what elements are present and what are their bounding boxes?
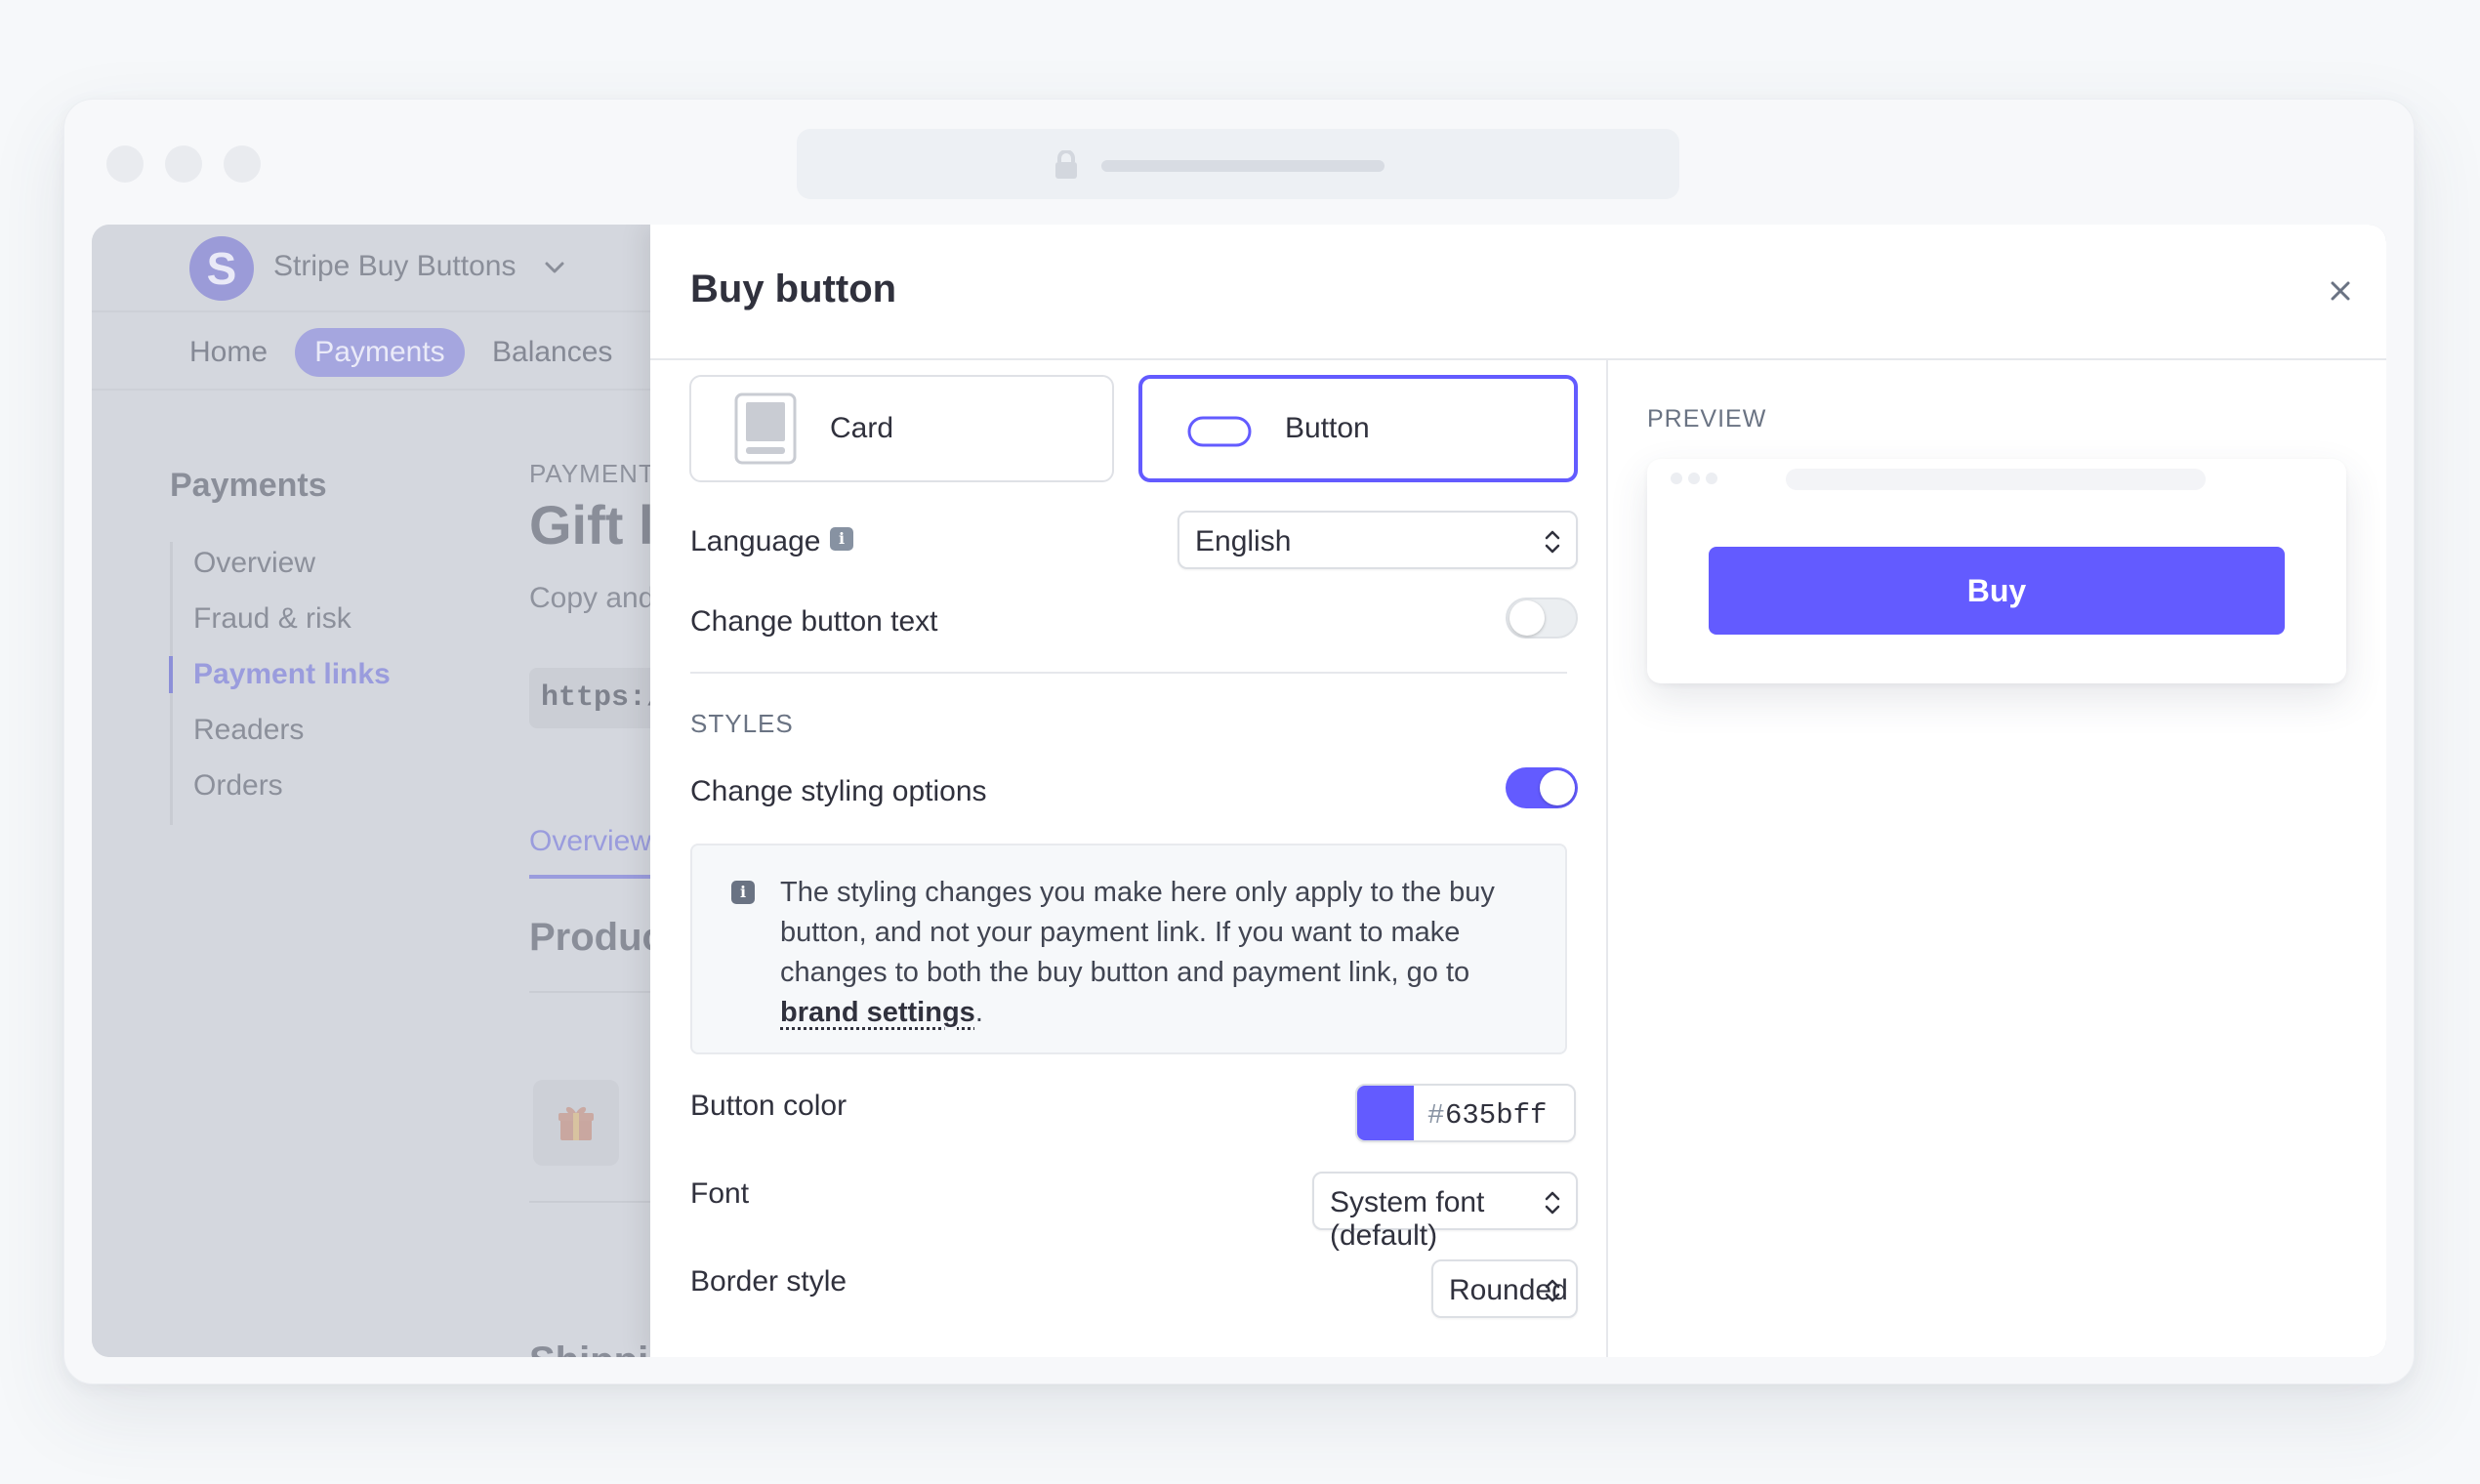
buy-button-panel: Buy button Card Button Language i Englis xyxy=(650,225,2386,1357)
url-placeholder xyxy=(1101,160,1385,172)
font-label: Font xyxy=(690,1177,750,1210)
info-icon[interactable]: i xyxy=(830,527,853,551)
preview-dot xyxy=(1671,473,1682,484)
buy-button-preview[interactable]: Buy xyxy=(1709,547,2285,635)
select-arrows-icon xyxy=(1545,1191,1560,1215)
preview-title: PREVIEW xyxy=(1647,405,1767,433)
styles-section-title: STYLES xyxy=(690,709,794,738)
column-divider xyxy=(1606,360,1608,1357)
button-layout-icon xyxy=(1187,416,1252,447)
change-button-text-label: Change button text xyxy=(690,605,938,638)
select-arrows-icon xyxy=(1545,530,1560,554)
button-color-label: Button color xyxy=(690,1090,847,1122)
account-logo[interactable]: S xyxy=(189,236,254,301)
hex-value: 635bff xyxy=(1445,1099,1548,1132)
card-layout-icon xyxy=(734,392,797,465)
border-style-select[interactable]: Rounded xyxy=(1431,1259,1578,1318)
styling-notice: i The styling changes you make here only… xyxy=(690,844,1567,1054)
border-style-label: Border style xyxy=(690,1265,847,1298)
notice-period: . xyxy=(974,997,983,1028)
toggle-knob xyxy=(1509,600,1545,636)
panel-header: Buy button xyxy=(650,225,2386,360)
language-value: English xyxy=(1195,525,1292,557)
preview-url-bar xyxy=(1786,469,2206,490)
sidebar-item-overview[interactable]: Overview xyxy=(193,547,315,580)
window-minimize-dot[interactable] xyxy=(165,145,202,183)
sidebar-item-fraud-risk[interactable]: Fraud & risk xyxy=(193,602,351,636)
language-select[interactable]: English xyxy=(1178,511,1578,569)
page-title: Gift l xyxy=(529,494,654,556)
account-name[interactable]: Stripe Buy Buttons xyxy=(273,250,516,283)
nav-payments[interactable]: Payments xyxy=(295,328,465,377)
toggle-knob xyxy=(1540,770,1575,805)
change-styling-toggle[interactable] xyxy=(1506,767,1578,808)
preview-dot xyxy=(1706,473,1717,484)
lock-icon xyxy=(1055,150,1077,179)
sidebar-item-orders[interactable]: Orders xyxy=(193,769,283,803)
close-icon[interactable] xyxy=(2324,274,2357,308)
shipping-heading: Shippi xyxy=(529,1340,648,1357)
sidebar-item-readers[interactable]: Readers xyxy=(193,714,304,747)
products-heading: Produc xyxy=(529,916,664,959)
window-close-dot[interactable] xyxy=(106,145,144,183)
section-divider xyxy=(690,672,1567,674)
dashboard-app: S Stripe Buy Buttons Home Payments Balan… xyxy=(92,225,2386,1357)
breadcrumb: PAYMENT xyxy=(529,459,655,488)
select-arrows-icon xyxy=(1545,1279,1560,1302)
sidebar-active-indicator xyxy=(169,656,173,693)
preview-dot xyxy=(1688,473,1700,484)
type-option-card-label: Card xyxy=(830,412,894,444)
type-option-card[interactable]: Card xyxy=(689,375,1114,482)
sidebar-item-payment-links[interactable]: Payment links xyxy=(193,658,391,691)
type-option-button-label: Button xyxy=(1285,412,1370,444)
notice-body: The styling changes you make here only a… xyxy=(780,877,1495,988)
nav-balances[interactable]: Balances xyxy=(492,336,612,369)
color-swatch[interactable] xyxy=(1357,1086,1414,1140)
brand-settings-link[interactable]: brand settings xyxy=(780,997,975,1028)
language-label: Language xyxy=(690,525,821,557)
gift-icon xyxy=(533,1080,619,1166)
preview-frame: Buy xyxy=(1647,459,2346,683)
tab-active-underline xyxy=(529,875,666,879)
info-icon: i xyxy=(731,881,755,904)
page-subtitle: Copy and xyxy=(529,582,655,614)
nav-home[interactable]: Home xyxy=(189,336,268,369)
font-select[interactable]: System font (default) xyxy=(1312,1172,1578,1252)
change-styling-label: Change styling options xyxy=(690,775,987,807)
notice-text: The styling changes you make here only a… xyxy=(780,873,1542,1033)
address-bar[interactable] xyxy=(797,129,1679,199)
hex-hash: # xyxy=(1427,1099,1445,1132)
type-option-button[interactable]: Button xyxy=(1138,375,1578,482)
panel-title: Buy button xyxy=(690,268,897,310)
sidebar-title: Payments xyxy=(170,467,327,504)
tab-overview[interactable]: Overview xyxy=(529,825,651,858)
chevron-down-icon[interactable] xyxy=(541,254,568,281)
change-button-text-toggle[interactable] xyxy=(1506,598,1578,639)
button-color-input[interactable]: # 635bff xyxy=(1355,1084,1576,1142)
window-maximize-dot[interactable] xyxy=(224,145,261,183)
font-value: System font (default) xyxy=(1330,1186,1485,1252)
